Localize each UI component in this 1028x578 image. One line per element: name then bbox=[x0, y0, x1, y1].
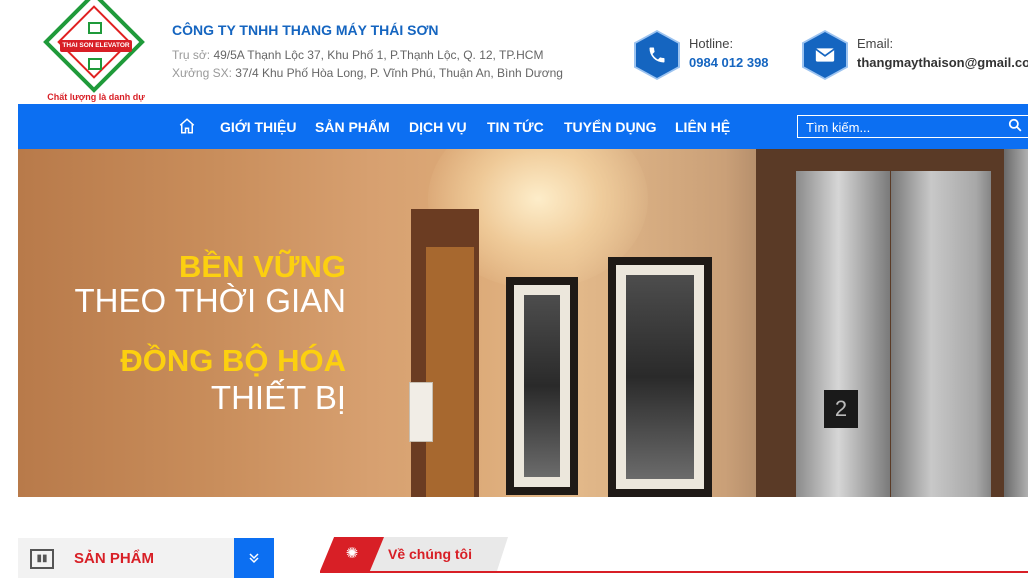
nav-item-tuyen-dung[interactable]: TUYỂN DỤNG bbox=[564, 119, 657, 135]
home-icon[interactable] bbox=[178, 117, 196, 135]
elevator-icon: ▮▮ bbox=[30, 549, 54, 569]
banner-headline-2: ĐỒNG BỘ HÓA bbox=[120, 343, 346, 378]
banner-subline-1: THEO THỜI GIAN bbox=[74, 282, 346, 319]
chevron-down-icon[interactable] bbox=[234, 538, 274, 578]
search-box bbox=[797, 115, 1028, 138]
elevator-door-right bbox=[891, 171, 991, 497]
hotline-block[interactable]: Hotline: 0984 012 398 bbox=[634, 30, 769, 80]
wall-switch bbox=[409, 382, 433, 442]
email-block[interactable]: Email: thangmaythaison@gmail.com bbox=[802, 30, 1028, 80]
hotline-label: Hotline: bbox=[689, 36, 734, 51]
elevator-wall-edge bbox=[1004, 149, 1028, 497]
logo-mark-bottom bbox=[88, 58, 102, 70]
nav-item-gioi-thieu[interactable]: GIỚI THIỆU bbox=[220, 119, 297, 135]
banner-headline-1: BỀN VỮNG bbox=[179, 249, 346, 284]
head-office-address: Trụ sở: 49/5A Thạnh Lộc 37, Khu Phố 1, P… bbox=[172, 48, 563, 62]
banner-subline-2: THIẾT BỊ bbox=[210, 379, 346, 416]
category-label: SẢN PHẨM bbox=[74, 550, 155, 567]
company-name: CÔNG TY TNHH THANG MÁY THÁI SƠN bbox=[172, 22, 439, 38]
address-text: 49/5A Thạnh Lộc 37, Khu Phố 1, P.Thạnh L… bbox=[213, 48, 544, 62]
nav-item-san-pham[interactable]: SẢN PHẨM bbox=[315, 119, 390, 135]
factory-address: Xưởng SX: 37/4 Khu Phố Hòa Long, P. Vĩnh… bbox=[172, 66, 563, 80]
nav-item-tin-tuc[interactable]: TIN TỨC bbox=[487, 119, 544, 135]
wall-picture-right bbox=[608, 257, 712, 497]
company-info: CÔNG TY TNHH THANG MÁY THÁI SƠN Trụ sở: … bbox=[172, 22, 563, 80]
about-us-tab[interactable]: ✺ Về chúng tôi bbox=[320, 537, 510, 571]
hero-banner[interactable]: 2 BỀN VỮNG THEO THỜI GIAN ĐỒNG BỘ HÓA TH… bbox=[18, 149, 1028, 497]
search-input[interactable] bbox=[806, 119, 996, 135]
factory-label: Xưởng SX: bbox=[172, 66, 232, 80]
nav-item-lien-he[interactable]: LIÊN HỆ bbox=[675, 119, 730, 135]
address-label: Trụ sở: bbox=[172, 48, 211, 62]
email-label: Email: bbox=[857, 36, 894, 51]
door-opening bbox=[426, 247, 474, 497]
company-logo[interactable]: THAI SON ELEVATOR Chất lượng là danh dự bbox=[43, 0, 148, 104]
logo-mark-top bbox=[88, 22, 102, 34]
email-address[interactable]: thangmaythaison@gmail.com bbox=[857, 55, 1028, 70]
logo-banner: THAI SON ELEVATOR bbox=[60, 40, 132, 52]
wall-picture-left bbox=[506, 277, 578, 495]
search-icon[interactable] bbox=[1008, 118, 1022, 135]
main-navigation: GIỚI THIỆU SẢN PHẨM DỊCH VỤ TIN TỨC TUYỂ… bbox=[18, 104, 1028, 149]
site-header: THAI SON ELEVATOR Chất lượng là danh dự … bbox=[0, 0, 1028, 104]
hotline-number[interactable]: 0984 012 398 bbox=[689, 55, 769, 70]
elevator-door-left bbox=[796, 171, 890, 497]
phone-icon bbox=[636, 32, 678, 78]
section-divider bbox=[320, 571, 1028, 573]
email-icon-badge bbox=[802, 30, 848, 80]
about-us-label: Về chúng tôi bbox=[388, 546, 472, 562]
nav-item-dich-vu[interactable]: DỊCH VỤ bbox=[409, 119, 467, 135]
mail-icon bbox=[804, 32, 846, 78]
floor-indicator: 2 bbox=[824, 390, 858, 428]
logo-slogan: Chất lượng là danh dự bbox=[47, 92, 145, 102]
phone-icon-badge bbox=[634, 30, 680, 80]
factory-text: 37/4 Khu Phố Hòa Long, P. Vĩnh Phú, Thuậ… bbox=[235, 66, 563, 80]
product-category-menu[interactable]: ▮▮ SẢN PHẨM bbox=[18, 538, 274, 578]
